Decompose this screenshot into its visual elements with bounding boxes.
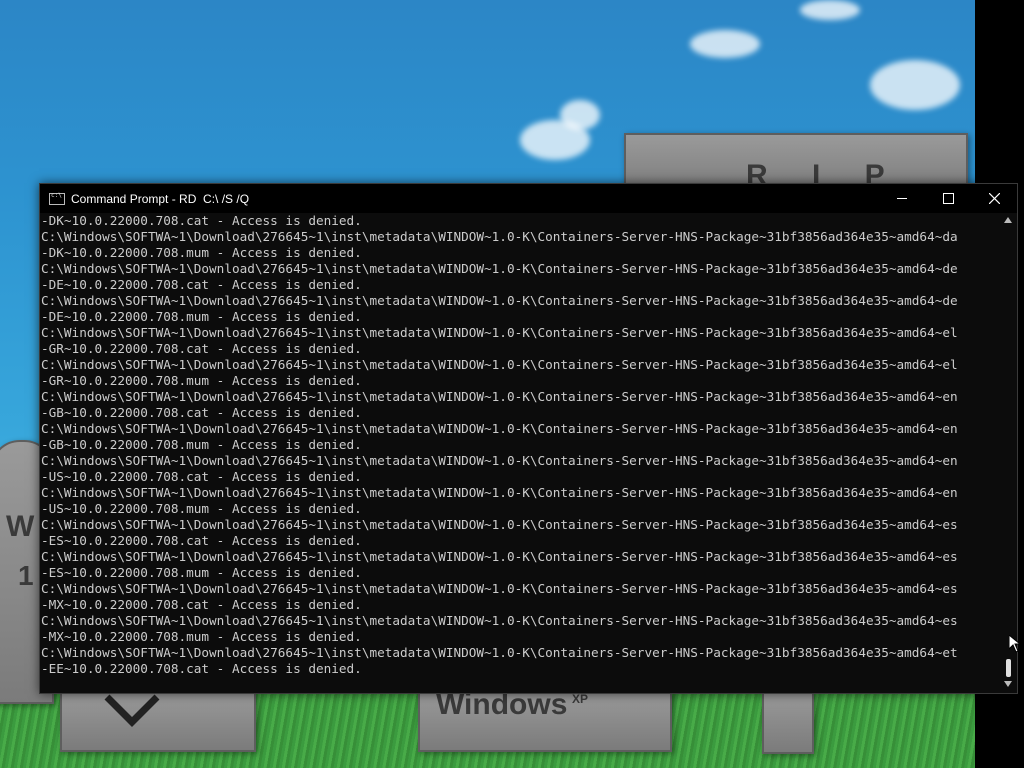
maximize-icon — [942, 193, 954, 204]
console-line: C:\Windows\SOFTWA~1\Download\276645~1\in… — [41, 517, 958, 532]
console-line: C:\Windows\SOFTWA~1\Download\276645~1\in… — [41, 389, 958, 404]
console-line: -GB~10.0.22000.708.cat - Access is denie… — [41, 405, 362, 420]
console-line: -US~10.0.22000.708.cat - Access is denie… — [41, 469, 362, 484]
cloud — [690, 30, 760, 58]
minimize-icon — [897, 198, 907, 199]
console-line: -ES~10.0.22000.708.mum - Access is denie… — [41, 565, 362, 580]
console-line: -DE~10.0.22000.708.mum - Access is denie… — [41, 309, 362, 324]
console-line: -GR~10.0.22000.708.mum - Access is denie… — [41, 373, 362, 388]
console-line: C:\Windows\SOFTWA~1\Download\276645~1\in… — [41, 581, 958, 596]
console-line: -EE~10.0.22000.708.cat - Access is denie… — [41, 661, 362, 676]
console-line: -US~10.0.22000.708.mum - Access is denie… — [41, 501, 362, 516]
window-title: Command Prompt - RD C:\ /S /Q — [71, 191, 250, 206]
tombstone-windows-sup: XP — [572, 692, 589, 706]
scroll-up-arrow-icon[interactable] — [1004, 217, 1012, 223]
console-line: -GB~10.0.22000.708.mum - Access is denie… — [41, 437, 362, 452]
close-icon — [988, 193, 1000, 204]
console-line: C:\Windows\SOFTWA~1\Download\276645~1\in… — [41, 421, 958, 436]
tombstone-left-text: W — [6, 510, 35, 543]
maximize-button[interactable] — [925, 184, 971, 213]
cloud — [560, 100, 600, 130]
console-line: C:\Windows\SOFTWA~1\Download\276645~1\in… — [41, 485, 958, 500]
console-line: C:\Windows\SOFTWA~1\Download\276645~1\in… — [41, 645, 958, 660]
console-line: -ES~10.0.22000.708.cat - Access is denie… — [41, 533, 362, 548]
console-line: C:\Windows\SOFTWA~1\Download\276645~1\in… — [41, 293, 958, 308]
console-line: -DK~10.0.22000.708.mum - Access is denie… — [41, 245, 362, 260]
windows-logo-icon — [104, 694, 160, 727]
console-line: C:\Windows\SOFTWA~1\Download\276645~1\in… — [41, 453, 958, 468]
console-line: C:\Windows\SOFTWA~1\Download\276645~1\in… — [41, 357, 958, 372]
console-line: -DK~10.0.22000.708.cat - Access is denie… — [41, 213, 362, 228]
console-line: C:\Windows\SOFTWA~1\Download\276645~1\in… — [41, 613, 958, 628]
tombstone-left-num: 1 — [18, 560, 34, 591]
scrollbar-thumb[interactable] — [1006, 659, 1011, 677]
scroll-down-arrow-icon[interactable] — [1004, 681, 1012, 687]
console-line: C:\Windows\SOFTWA~1\Download\276645~1\in… — [41, 261, 958, 276]
mouse-pointer-icon — [1009, 635, 1021, 653]
console-line: -MX~10.0.22000.708.cat - Access is denie… — [41, 597, 362, 612]
minimize-button[interactable] — [879, 184, 925, 213]
console-line: C:\Windows\SOFTWA~1\Download\276645~1\in… — [41, 325, 958, 340]
close-button[interactable] — [971, 184, 1017, 213]
tombstone-small — [762, 690, 814, 754]
console-output[interactable]: -DK~10.0.22000.708.cat - Access is denie… — [40, 213, 1000, 691]
cmd-app-icon[interactable] — [49, 192, 65, 205]
console-line: -GR~10.0.22000.708.cat - Access is denie… — [41, 341, 362, 356]
console-line: C:\Windows\SOFTWA~1\Download\276645~1\in… — [41, 549, 958, 564]
vertical-scrollbar[interactable] — [1000, 213, 1017, 691]
console-line: C:\Windows\SOFTWA~1\Download\276645~1\in… — [41, 229, 958, 244]
tombstone-logo — [60, 690, 256, 752]
console-lines: -DK~10.0.22000.708.cat - Access is denie… — [40, 213, 1000, 677]
tombstone-windows: Windows XP — [418, 688, 672, 752]
command-prompt-window[interactable]: Command Prompt - RD C:\ /S /Q -DK~10.0.2… — [39, 183, 1018, 694]
cloud — [870, 60, 960, 110]
cloud — [800, 0, 860, 20]
console-line: -MX~10.0.22000.708.mum - Access is denie… — [41, 629, 362, 644]
console-line: -DE~10.0.22000.708.cat - Access is denie… — [41, 277, 362, 292]
window-titlebar[interactable]: Command Prompt - RD C:\ /S /Q — [40, 184, 1017, 213]
